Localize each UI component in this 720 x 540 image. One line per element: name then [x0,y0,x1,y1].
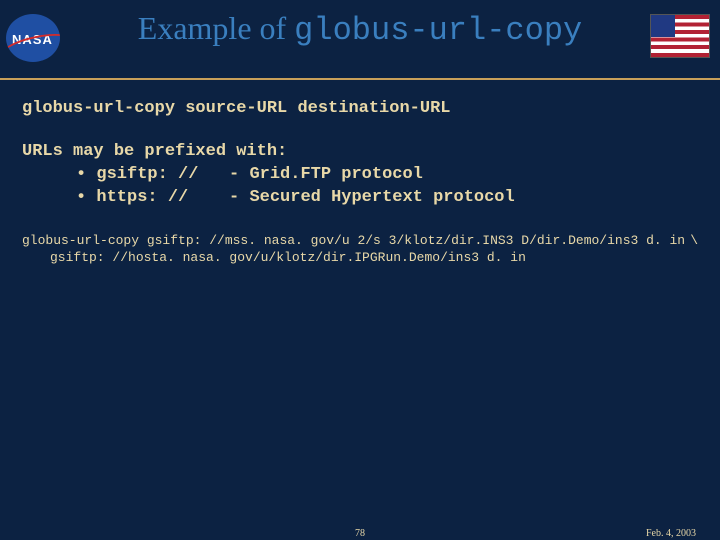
proto-label: gsiftp: // [96,165,198,184]
nasa-logo-icon: NASA [6,14,64,62]
title-prefix: Example of [138,10,294,46]
example-line-2: gsiftp: //hosta. nasa. gov/u/klotz/dir.I… [22,249,698,267]
us-flag-icon [650,14,710,58]
footer-date: Feb. 4, 2003 [646,528,696,539]
list-item: • https: // - Secured Hypertext protocol [76,187,698,210]
nasa-circle: NASA [6,14,60,62]
example-line-1: globus-url-copy gsiftp: //mss. nasa. gov… [22,232,698,250]
slide-body: globus-url-copy source-URL destination-U… [0,80,720,267]
proto-desc: Grid.FTP protocol [249,165,422,184]
proto-desc: Secured Hypertext protocol [249,188,514,207]
example-block: globus-url-copy gsiftp: //mss. nasa. gov… [22,232,698,267]
prefix-list: • gsiftp: // - Grid.FTP protocol • https… [22,164,698,210]
usage-line: globus-url-copy source-URL destination-U… [22,98,698,121]
list-item: • gsiftp: // - Grid.FTP protocol [76,164,698,187]
prefix-heading: URLs may be prefixed with: [22,141,698,164]
example-cmd: globus-url-copy gsiftp: //mss. nasa. gov… [22,232,685,250]
proto-label: https: // [96,188,188,207]
title-command: globus-url-copy [294,12,582,49]
slide-header: NASA Example of globus-url-copy [0,0,720,80]
page-number: 78 [355,528,365,539]
slide-title: Example of globus-url-copy [0,0,720,49]
line-continuation: \ [690,232,698,250]
slide: NASA Example of globus-url-copy globus-u… [0,0,720,540]
